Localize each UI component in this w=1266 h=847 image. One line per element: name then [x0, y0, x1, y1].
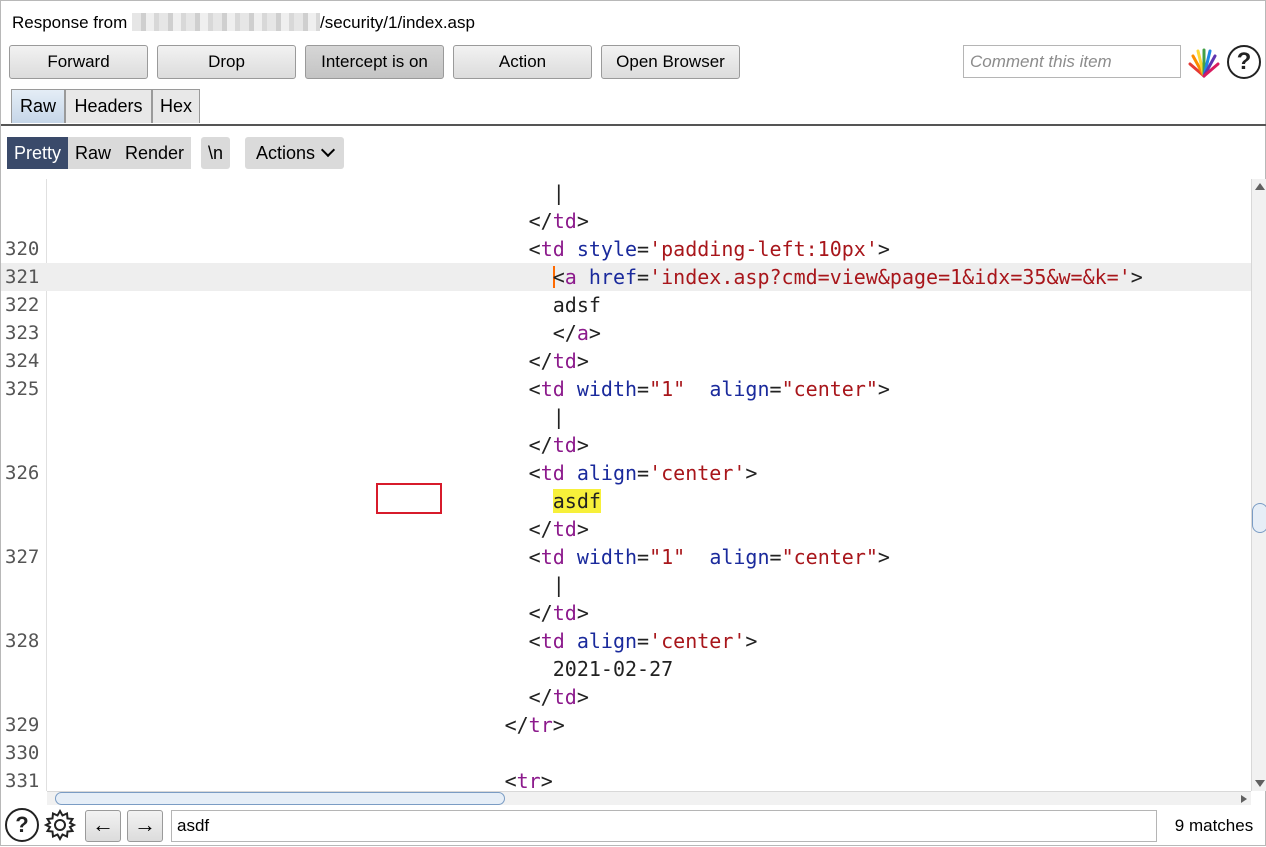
- actions-dropdown[interactable]: Actions: [245, 137, 344, 169]
- code-text: </tr>: [504, 713, 565, 737]
- code-text: <td width="1" align="center">: [528, 377, 890, 401]
- gear-icon[interactable]: [43, 808, 77, 842]
- code-line[interactable]: 329 </tr>: [1, 711, 1251, 739]
- forward-button[interactable]: Forward: [9, 45, 148, 79]
- code-text: <td style='padding-left:10px'>: [528, 237, 890, 261]
- code-text: </td>: [528, 601, 589, 625]
- tab-headers[interactable]: Headers: [65, 89, 152, 123]
- code-text: <td width="1" align="center">: [528, 545, 890, 569]
- code-line[interactable]: </td>: [1, 599, 1251, 627]
- code-line[interactable]: 331 <tr>: [1, 767, 1251, 791]
- code-text: </td>: [528, 349, 589, 373]
- arrow-right-icon: →: [134, 812, 156, 837]
- code-text: </td>: [528, 433, 589, 457]
- proxy-intercept-panel: Response from /security/1/index.asp Forw…: [0, 0, 1266, 846]
- code-line[interactable]: 321 <a href='index.asp?cmd=view&page=1&i…: [1, 263, 1251, 291]
- code-line[interactable]: |: [1, 571, 1251, 599]
- show-newlines-button[interactable]: \n: [201, 137, 230, 169]
- code-text: adsf: [552, 293, 601, 317]
- code-line[interactable]: </td>: [1, 207, 1251, 235]
- action-button[interactable]: Action: [453, 45, 592, 79]
- line-number: 323: [5, 322, 40, 344]
- view-pretty-tab[interactable]: Pretty: [7, 137, 68, 169]
- scroll-down-icon[interactable]: [1255, 780, 1265, 787]
- line-number: 322: [5, 294, 40, 316]
- line-number: 331: [5, 770, 40, 791]
- code-line[interactable]: 328 <td align='center'>: [1, 627, 1251, 655]
- tab-raw[interactable]: Raw: [11, 89, 65, 123]
- code-text: <a href='index.asp?cmd=view&page=1&idx=3…: [552, 265, 1143, 289]
- code-line[interactable]: 323 </a>: [1, 319, 1251, 347]
- code-line[interactable]: </td>: [1, 683, 1251, 711]
- line-number: 324: [5, 350, 40, 372]
- view-render-tab[interactable]: Render: [118, 137, 191, 169]
- code-text: </a>: [552, 321, 601, 345]
- response-title: Response from /security/1/index.asp: [12, 11, 475, 35]
- code-text: 2021-02-27: [552, 657, 674, 681]
- line-number: 326: [5, 462, 40, 484]
- code-line[interactable]: 325 <td width="1" align="center">: [1, 375, 1251, 403]
- code-text: |: [552, 405, 565, 429]
- help-icon[interactable]: ?: [1227, 45, 1261, 79]
- color-highlight-icon[interactable]: [1187, 48, 1221, 78]
- open-browser-button[interactable]: Open Browser: [601, 45, 740, 79]
- search-input[interactable]: [171, 810, 1157, 842]
- match-count: 9 matches: [1174, 816, 1254, 835]
- line-number: 320: [5, 238, 40, 260]
- code-text: </td>: [528, 209, 589, 233]
- code-line[interactable]: </td>: [1, 431, 1251, 459]
- next-match-button[interactable]: →: [127, 810, 163, 842]
- horizontal-scrollbar[interactable]: [47, 791, 1251, 805]
- code-editor[interactable]: | </td> 320 <td style='padding-left:10px'…: [1, 179, 1251, 791]
- code-text: asdf: [552, 489, 601, 513]
- chevron-down-icon: [320, 142, 336, 158]
- line-number: 328: [5, 630, 40, 652]
- actions-label: Actions: [255, 143, 316, 163]
- comment-input[interactable]: [963, 45, 1181, 78]
- arrow-left-icon: ←: [92, 812, 114, 837]
- drop-button[interactable]: Drop: [157, 45, 296, 79]
- vertical-scrollbar[interactable]: [1251, 179, 1266, 791]
- code-text: |: [552, 573, 565, 597]
- code-line[interactable]: 326 <td align='center'>: [1, 459, 1251, 487]
- code-line[interactable]: </td>: [1, 515, 1251, 543]
- redacted-host: [132, 13, 320, 31]
- line-number: 329: [5, 714, 40, 736]
- code-line[interactable]: 320 <td style='padding-left:10px'>: [1, 235, 1251, 263]
- vertical-scroll-thumb[interactable]: [1252, 503, 1266, 533]
- code-line[interactable]: 330: [1, 739, 1251, 767]
- code-text: </td>: [528, 685, 589, 709]
- code-text: <tr>: [504, 769, 553, 791]
- help-icon[interactable]: ?: [5, 808, 39, 842]
- search-bar: ? ← → 9 matches: [1, 806, 1266, 847]
- scroll-right-icon[interactable]: [1241, 795, 1247, 803]
- intercept-toggle-button[interactable]: Intercept is on: [305, 45, 444, 79]
- code-text: </td>: [528, 517, 589, 541]
- tabs-divider: [1, 124, 1266, 126]
- line-number: 325: [5, 378, 40, 400]
- response-label: Response from: [12, 13, 132, 32]
- code-line[interactable]: |: [1, 403, 1251, 431]
- code-line[interactable]: |: [1, 179, 1251, 207]
- previous-match-button[interactable]: ←: [85, 810, 121, 842]
- code-line[interactable]: 327 <td width="1" align="center">: [1, 543, 1251, 571]
- search-match-outline: [376, 483, 442, 514]
- line-number: 330: [5, 742, 40, 764]
- line-number: 321: [5, 266, 40, 288]
- view-raw-tab[interactable]: Raw: [68, 137, 118, 169]
- code-line[interactable]: 322 adsf: [1, 291, 1251, 319]
- code-line[interactable]: asdf: [1, 487, 1251, 515]
- response-path: /security/1/index.asp: [320, 13, 475, 32]
- scroll-up-icon[interactable]: [1255, 183, 1265, 190]
- horizontal-scroll-thumb[interactable]: [55, 792, 505, 805]
- code-line[interactable]: 2021-02-27: [1, 655, 1251, 683]
- code-line[interactable]: 324 </td>: [1, 347, 1251, 375]
- tab-hex[interactable]: Hex: [152, 89, 200, 123]
- line-number: 327: [5, 546, 40, 568]
- code-text: |: [552, 181, 565, 205]
- code-text: <td align='center'>: [528, 629, 758, 653]
